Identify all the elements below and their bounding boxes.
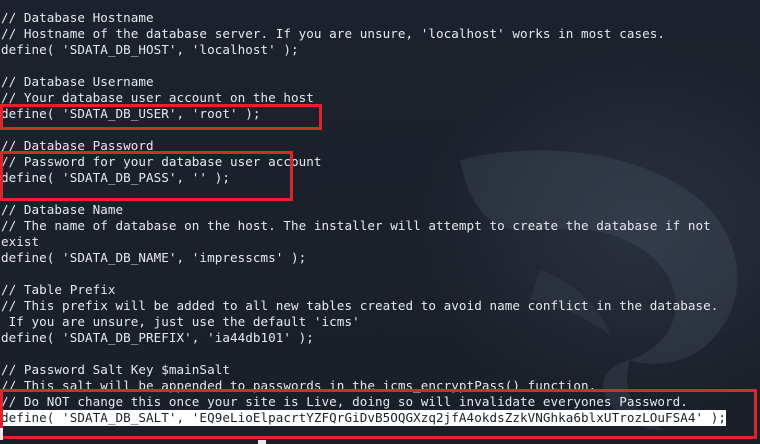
left-caret	[0, 428, 3, 440]
code-line: // Your database user account on the hos…	[1, 90, 314, 105]
code-line: // This prefix will be added to all new …	[1, 298, 719, 313]
code-line: // Database Name	[1, 202, 124, 217]
code-line: // Password for your database user accou…	[1, 154, 322, 169]
code-line: // Table Prefix	[1, 282, 116, 297]
code-line: define( 'SDATA_DB_PASS', '' );	[1, 170, 230, 185]
code-line: define( 'SDATA_DB_USER', 'root' );	[1, 106, 261, 121]
text-cursor	[258, 440, 266, 444]
code-line: If you are unsure, just use the default …	[1, 314, 360, 329]
code-line: // Hostname of the database server. If y…	[1, 26, 665, 41]
code-line: // Database Password	[1, 138, 154, 153]
code-line: // Password Salt Key $mainSalt	[1, 362, 230, 377]
text-editor[interactable]: // Database Hostname // Hostname of the …	[0, 0, 760, 444]
code-line: // This salt will be appended to passwor…	[1, 378, 597, 393]
code-line: // Database Username	[1, 74, 154, 89]
code-line: // Database Hostname	[1, 10, 154, 25]
selected-code-line: define( 'SDATA_DB_SALT', 'EQ9eLioElpacrt…	[0, 410, 727, 426]
code-line: // Do NOT change this once your site is …	[1, 394, 688, 409]
code-line: define( 'SDATA_DB_NAME', 'impresscms' );	[1, 250, 307, 265]
code-line: define( 'SDATA_DB_PREFIX', 'ia44db101' )…	[1, 330, 314, 345]
code-line: define( 'SDATA_DB_HOST', 'localhost' );	[1, 42, 299, 57]
code-line: exist	[1, 234, 40, 249]
code-line: // The name of database on the host. The…	[1, 218, 711, 233]
